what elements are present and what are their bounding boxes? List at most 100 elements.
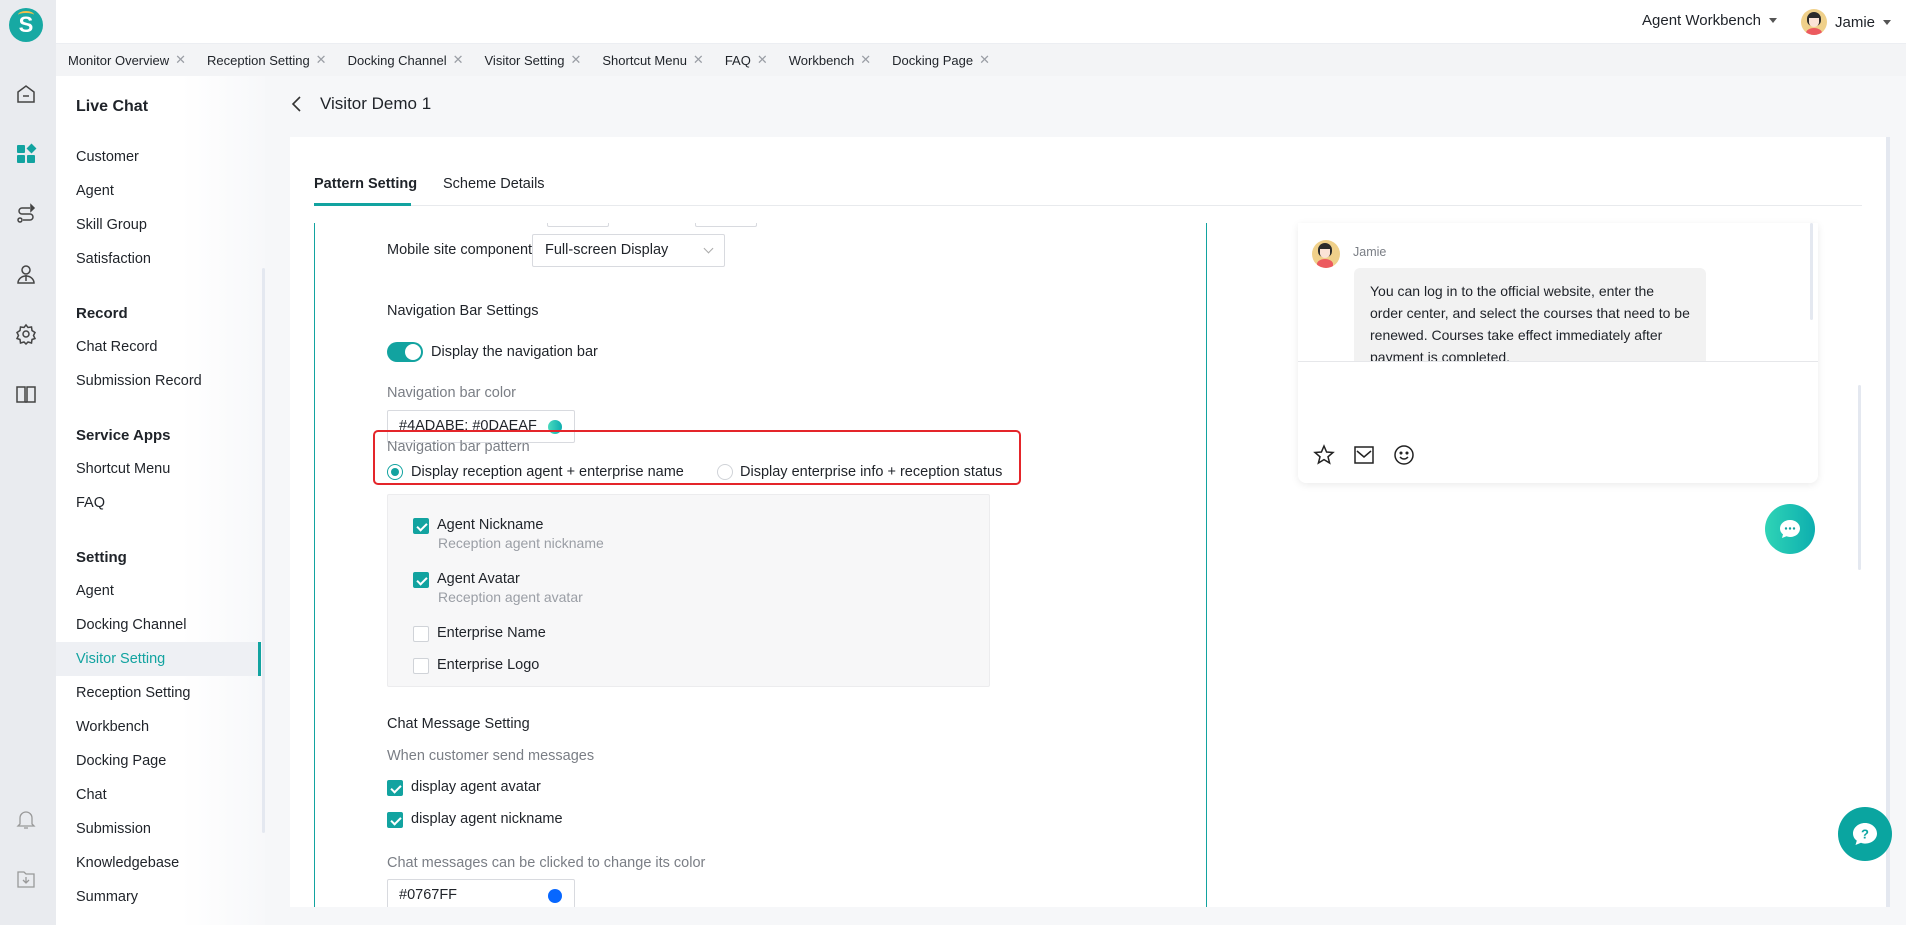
sidebar-item-chat[interactable]: Chat xyxy=(56,778,261,812)
sidebar-group-service-apps: Service Apps xyxy=(76,427,171,444)
close-icon[interactable]: ✕ xyxy=(570,52,581,68)
sidebar-item-submission[interactable]: Submission xyxy=(56,812,261,846)
sidebar-item-visitor-setting[interactable]: Visitor Setting xyxy=(56,642,261,676)
sidebar-item-shortcut-menu[interactable]: Shortcut Menu xyxy=(56,452,261,486)
mobile-component-label: Mobile site component xyxy=(387,242,533,258)
dashboard-grid-icon[interactable] xyxy=(14,142,38,166)
close-icon[interactable]: ✕ xyxy=(860,52,871,68)
nav-pattern-label: Navigation bar pattern xyxy=(387,439,530,455)
sidebar-item-reception-setting[interactable]: Reception Setting xyxy=(56,676,261,710)
preview-scrollbar[interactable] xyxy=(1810,223,1813,320)
sidebar-item-faq[interactable]: FAQ xyxy=(56,486,261,520)
sidebar-item-chat-record[interactable]: Chat Record xyxy=(56,330,261,364)
sidebar-item-docking-channel[interactable]: Docking Channel xyxy=(56,608,261,642)
emoji-icon[interactable] xyxy=(1392,443,1416,467)
close-icon[interactable]: ✕ xyxy=(757,52,768,68)
chat-color-input[interactable]: #0767FF xyxy=(387,879,575,907)
radio-agent-enterprise[interactable] xyxy=(387,464,403,480)
user-avatar xyxy=(1801,9,1827,35)
chat-launcher-button[interactable] xyxy=(1765,504,1815,554)
sidebar-item-agent[interactable]: Agent xyxy=(56,174,261,208)
chat-color-label: Chat messages can be clicked to change i… xyxy=(387,855,706,871)
option-label: Enterprise Name xyxy=(437,625,546,641)
close-icon[interactable]: ✕ xyxy=(316,52,327,68)
route-icon[interactable] xyxy=(14,202,38,226)
sidebar-item-setting-agent[interactable]: Agent xyxy=(56,574,261,608)
workbench-label: Agent Workbench xyxy=(1642,12,1761,29)
sidebar-item-submission-record[interactable]: Submission Record xyxy=(56,364,261,398)
sidebar-item-workbench[interactable]: Workbench xyxy=(56,710,261,744)
open-tab[interactable]: Shortcut Menu ✕ xyxy=(602,52,703,68)
tab-scheme-details[interactable]: Scheme Details xyxy=(443,176,545,192)
radio-label: Display reception agent + enterprise nam… xyxy=(411,464,684,480)
chat-msg-title: Chat Message Setting xyxy=(387,716,530,732)
caret-down-icon xyxy=(1768,18,1777,23)
option-sub: Reception agent avatar xyxy=(438,589,583,605)
chat-msg-sub: When customer send messages xyxy=(387,748,595,764)
sidebar-item-customer[interactable]: Customer xyxy=(56,140,261,174)
nav-bar-toggle[interactable] xyxy=(387,342,423,362)
option-label: Agent Nickname xyxy=(437,517,544,533)
close-icon[interactable]: ✕ xyxy=(175,52,186,68)
sidebar-item-summary[interactable]: Summary xyxy=(56,880,261,914)
mobile-component-select[interactable]: Full-screen Display xyxy=(532,234,725,267)
content-card: Pattern Setting Scheme Details Mobile si… xyxy=(290,137,1890,907)
open-tab[interactable]: FAQ ✕ xyxy=(725,52,768,68)
color-swatch[interactable] xyxy=(548,889,562,903)
open-tabs-bar: Monitor Overview ✕ Reception Setting ✕ Doc… xyxy=(56,44,1906,76)
tab-pattern-setting[interactable]: Pattern Setting xyxy=(314,176,417,192)
open-tab[interactable]: Reception Setting ✕ xyxy=(207,52,327,68)
checkbox-display-agent-avatar[interactable] xyxy=(387,780,403,796)
radio-enterprise-status[interactable] xyxy=(717,464,733,480)
sidebar-item-skill-group[interactable]: Skill Group xyxy=(56,208,261,242)
open-tab[interactable]: Visitor Setting ✕ xyxy=(485,52,582,68)
nav-toggle-label: Display the navigation bar xyxy=(431,344,598,360)
chat-color-value: #0767FF xyxy=(399,887,458,903)
app-logo[interactable]: S xyxy=(9,8,43,42)
mail-icon[interactable] xyxy=(1352,443,1376,467)
chevron-down-icon xyxy=(703,243,714,254)
cut-off-field xyxy=(547,223,609,227)
sidebar-item-docking-page[interactable]: Docking Page xyxy=(56,744,261,778)
help-button[interactable]: ? xyxy=(1838,807,1892,861)
sidebar-group-setting: Setting xyxy=(76,549,127,566)
checkbox-agent-nickname[interactable] xyxy=(413,518,429,534)
card-scrollbar[interactable] xyxy=(1886,137,1890,907)
star-icon[interactable] xyxy=(1312,443,1336,467)
sidebar-scrollbar[interactable] xyxy=(262,268,265,833)
download-folder-icon[interactable] xyxy=(14,867,38,891)
checkbox-agent-avatar[interactable] xyxy=(413,572,429,588)
close-icon[interactable]: ✕ xyxy=(693,52,704,68)
home-icon[interactable] xyxy=(14,82,38,106)
agent-icon[interactable] xyxy=(14,262,38,286)
open-tab[interactable]: Workbench ✕ xyxy=(789,52,871,68)
cut-off-field xyxy=(695,223,757,227)
bell-icon[interactable] xyxy=(14,807,38,831)
checkbox-display-agent-nickname[interactable] xyxy=(387,812,403,828)
close-icon[interactable]: ✕ xyxy=(453,52,464,68)
option-label: Enterprise Logo xyxy=(437,657,540,673)
message-bubble: You can log in to the official website, … xyxy=(1354,268,1706,361)
sidebar-item-knowledgebase[interactable]: Knowledgebase xyxy=(56,846,261,880)
user-name: Jamie xyxy=(1835,13,1876,31)
option-sub: Reception agent nickname xyxy=(438,535,604,551)
open-tab[interactable]: Monitor Overview ✕ xyxy=(68,52,186,68)
radio-label: Display enterprise info + reception stat… xyxy=(740,464,1003,480)
book-icon[interactable] xyxy=(14,382,38,406)
checkbox-enterprise-name[interactable] xyxy=(413,626,429,642)
back-chevron-icon[interactable] xyxy=(290,94,304,120)
preview-panel-scrollbar[interactable] xyxy=(1858,385,1861,570)
open-tab[interactable]: Docking Page ✕ xyxy=(892,52,990,68)
option-label: display agent nickname xyxy=(411,811,563,827)
close-icon[interactable]: ✕ xyxy=(979,52,990,68)
sidebar-item-satisfaction[interactable]: Satisfaction xyxy=(56,242,261,276)
user-menu[interactable]: Jamie xyxy=(1801,9,1892,35)
chat-bubble-icon xyxy=(1780,520,1800,538)
settings-gear-icon[interactable] xyxy=(14,322,38,346)
workbench-dropdown[interactable]: Agent Workbench xyxy=(1642,12,1777,29)
option-label: display agent avatar xyxy=(411,779,541,795)
option-label: Agent Avatar xyxy=(437,571,520,587)
sub-sidebar: Live Chat Customer Agent Skill Group Sat… xyxy=(56,76,265,925)
open-tab[interactable]: Docking Channel ✕ xyxy=(348,52,464,68)
checkbox-enterprise-logo[interactable] xyxy=(413,658,429,674)
